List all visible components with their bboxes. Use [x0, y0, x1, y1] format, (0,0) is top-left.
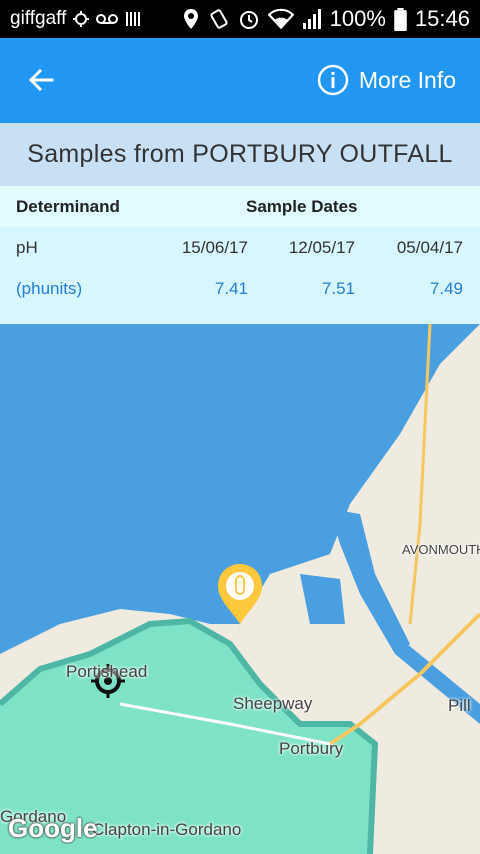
table-row: pH 15/06/17 12/05/17 05/04/17: [0, 227, 480, 268]
map-label-clapton: Clapton-in-Gordano: [92, 820, 242, 839]
alarm-icon: [239, 11, 258, 29]
google-logo: Google: [8, 813, 98, 843]
header-sample-dates: Sample Dates: [246, 196, 358, 216]
more-info-label: More Info: [358, 66, 456, 93]
map-label-pill: Pill: [448, 696, 471, 715]
battery-percent: 100%: [329, 6, 386, 31]
determinand-name: pH: [16, 237, 38, 257]
sample-value: 7.41: [214, 278, 248, 298]
clock: 15:46: [414, 6, 470, 31]
map-label-portishead: Portishead: [66, 662, 148, 681]
samples-table: Determinand Sample Dates pH 15/06/17 12/…: [0, 186, 480, 322]
map-label-portbury: Portbury: [279, 739, 344, 758]
sample-value: 7.49: [429, 278, 463, 298]
more-info-button[interactable]: More Info: [317, 64, 456, 96]
back-button[interactable]: [22, 60, 62, 100]
location-pin-icon: [183, 9, 198, 29]
status-bar-right: 100% 15:46: [182, 6, 470, 32]
wifi-icon: [267, 8, 294, 30]
arrow-left-icon: [28, 68, 54, 92]
map-label-avonmouth: AVONMOUTH: [402, 542, 480, 557]
info-circle-icon: [317, 64, 349, 96]
map-view[interactable]: AVONMOUTH Portishead Sheepway Portbury P…: [0, 324, 480, 854]
map-label-sheepway: Sheepway: [233, 694, 313, 713]
carrier-name: giffgaff: [10, 8, 67, 29]
status-bar-left: giffgaff: [10, 8, 142, 30]
table-row: (phunits) 7.41 7.51 7.49: [0, 268, 480, 309]
sample-value: 7.51: [321, 278, 355, 298]
app-bar: More Info: [0, 38, 480, 123]
map-canvas[interactable]: [0, 324, 480, 854]
sample-date: 12/05/17: [288, 237, 355, 257]
table-footer-spacer: [0, 309, 480, 324]
status-bar: giffgaff 100% 15:46: [0, 0, 480, 38]
signal-icon: [302, 9, 321, 29]
sample-date: 05/04/17: [396, 237, 463, 257]
battery-icon: [394, 7, 407, 31]
header-determinand: Determinand: [16, 196, 120, 216]
page-title: Samples from PORTBURY OUTFALL: [0, 123, 480, 186]
rotate-icon: [210, 9, 228, 29]
sample-date: 15/06/17: [181, 237, 248, 257]
voicemail-icon: [96, 14, 119, 24]
determinand-units: (phunits): [16, 278, 83, 298]
table-header-row: Determinand Sample Dates: [0, 186, 480, 227]
sync-icon: [73, 11, 90, 27]
barcode-icon: [126, 12, 141, 26]
